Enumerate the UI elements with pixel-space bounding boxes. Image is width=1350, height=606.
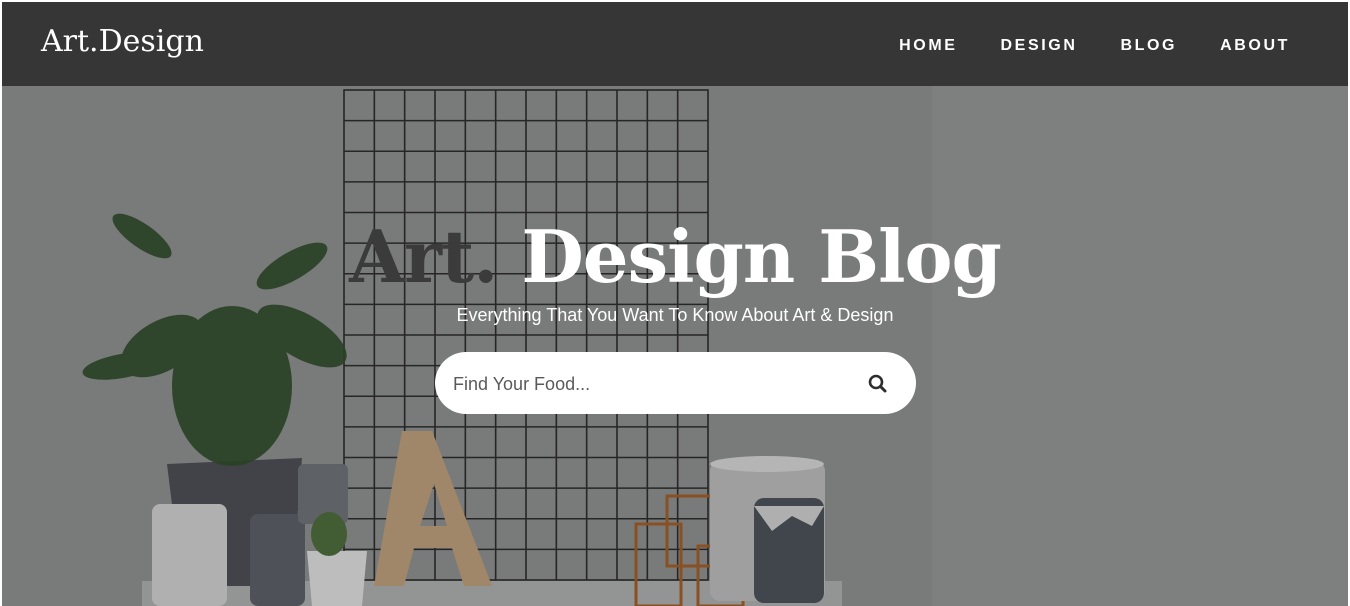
hero-title: Art. Design Blog xyxy=(2,221,1348,293)
nav-item-home[interactable]: HOME xyxy=(899,37,957,55)
navbar: Art.Design HOME DESIGN BLOG ABOUT xyxy=(2,2,1348,86)
search-icon xyxy=(868,374,887,393)
hero-title-part-1: Art. xyxy=(349,214,498,299)
search-input[interactable] xyxy=(451,366,855,402)
brand-logo[interactable]: Art.Design xyxy=(41,24,204,59)
hero-subtitle: Everything That You Want To Know About A… xyxy=(456,305,894,325)
search-bar xyxy=(435,352,916,414)
page: Art.Design HOME DESIGN BLOG ABOUT Art. D… xyxy=(0,0,1350,606)
nav-item-about[interactable]: ABOUT xyxy=(1220,37,1290,55)
main-nav: HOME DESIGN BLOG ABOUT xyxy=(856,37,1290,55)
hero-background-image xyxy=(2,86,1348,606)
hero-title-part-2: Design Blog xyxy=(497,214,1001,299)
nav-item-blog[interactable]: BLOG xyxy=(1120,37,1177,55)
hero-section: Art. Design Blog Everything That You Wan… xyxy=(2,86,1348,606)
nav-item-design[interactable]: DESIGN xyxy=(1001,37,1078,55)
search-button[interactable] xyxy=(863,369,893,399)
